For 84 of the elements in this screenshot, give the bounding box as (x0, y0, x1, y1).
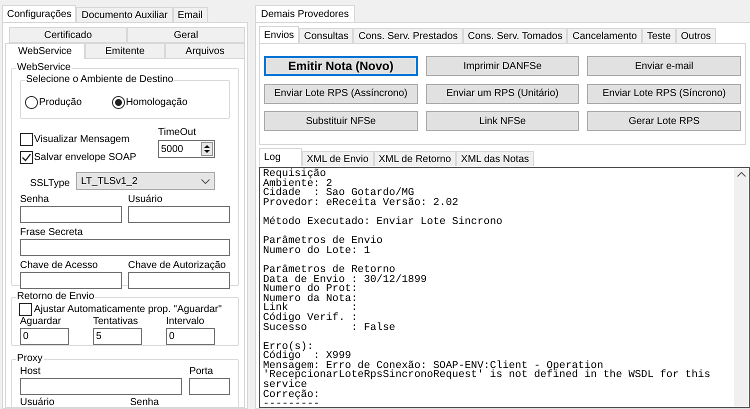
input-field[interactable] (128, 272, 230, 289)
log-line: Requisição (263, 170, 326, 180)
field-label: Chave de Acesso (20, 259, 99, 272)
tab[interactable]: XML de Envio (302, 151, 374, 166)
field-label: Frase Secreta (20, 226, 84, 239)
radio-label: Homologação (126, 96, 188, 110)
scroll-up-icon[interactable] (737, 172, 746, 177)
field-label: Usuário (128, 193, 164, 206)
log-line: Provedor: eReceita Versão: 2.02 (263, 198, 460, 208)
tab[interactable]: XML de Retorno (374, 151, 456, 166)
log-line: service (263, 381, 308, 391)
tab[interactable]: Demais Provedores (255, 5, 355, 22)
field-label: Host (20, 365, 42, 378)
radio-label: Produção (39, 96, 82, 110)
field-label: Intervalo (166, 316, 206, 328)
spin-arrows-icon[interactable] (201, 142, 213, 156)
checkbox-label: Ajustar Automaticamente prop. "Aguardar" (34, 304, 222, 316)
input-field[interactable]: 0 (20, 328, 69, 345)
log-line: Parâmetros de Envio (263, 237, 384, 247)
field-label: Usuário (20, 397, 56, 407)
checkbox[interactable] (20, 133, 33, 146)
log-line: Método Executado: Enviar Lote Sincrono (263, 218, 504, 228)
radio-button[interactable] (112, 96, 125, 109)
log-line: Código Verif. : (263, 314, 359, 324)
field-label: Senha (130, 397, 159, 407)
log-line: Sucesso : False (263, 324, 396, 334)
input-field[interactable] (128, 206, 230, 223)
log-line: Correção: (263, 390, 321, 400)
tab[interactable]: Email (172, 7, 208, 22)
action-button[interactable]: Substituir NFSe (264, 111, 418, 132)
checkbox-label: Visualizar Mensagem (34, 133, 130, 147)
checkbox-label: Salvar envelope SOAP (34, 151, 136, 165)
dropdown[interactable]: LT_TLSv1_2 (76, 172, 215, 190)
spin-field[interactable]: 5000 (158, 140, 215, 158)
radio-button[interactable] (25, 96, 38, 109)
tab[interactable]: Cons. Serv. Tomados (462, 28, 568, 43)
log-line: --------- (263, 400, 321, 407)
action-button[interactable]: Emitir Nota (Novo) (264, 56, 418, 76)
log-line: Código : X999 (263, 352, 352, 362)
sub-tab[interactable]: Emitente (85, 43, 165, 59)
tab[interactable]: Consultas (299, 28, 354, 43)
action-button[interactable]: Gerar Lote RPS (587, 111, 741, 132)
group-title: Proxy (16, 353, 44, 365)
sub-tab[interactable]: Arquivos (165, 43, 245, 59)
field-label: SSLType (29, 177, 71, 190)
field-label: TimeOut (158, 126, 197, 140)
log-line: Erro(s): (263, 342, 314, 352)
field-label: Aguardar (20, 316, 62, 328)
tab[interactable]: Teste (642, 28, 676, 43)
checkbox[interactable] (19, 303, 32, 316)
action-button[interactable]: Link NFSe (426, 111, 580, 132)
tab[interactable]: Documento Auxiliar (76, 7, 173, 22)
field-label: Chave de Autorização (128, 259, 227, 272)
tab[interactable]: Cancelamento (567, 28, 642, 43)
input-field[interactable] (20, 378, 182, 395)
tab[interactable]: Configurações (2, 5, 76, 22)
sub-tab[interactable]: WebService (5, 43, 85, 59)
caret-icon (201, 178, 210, 184)
action-button[interactable]: Enviar Lote RPS (Assíncrono) (264, 84, 418, 104)
log-line: Numero do Prot: (263, 285, 359, 295)
tab[interactable]: Envios (259, 26, 300, 43)
input-field[interactable]: 0 (166, 328, 215, 345)
input-field[interactable] (20, 272, 122, 289)
action-button[interactable]: Enviar um RPS (Unitário) (426, 84, 580, 104)
log-line: Numero do Lote: 1 (263, 246, 372, 256)
log-line: 'RecepcionarLoteRpsSincronoRequest' is not defined in the WSDL for this (263, 371, 712, 382)
tab[interactable]: Cons. Serv. Prestados (353, 28, 463, 43)
tab[interactable]: Outros (676, 28, 716, 43)
tab[interactable]: Log (259, 148, 302, 166)
field-label: Porta (189, 365, 214, 378)
input-field[interactable] (20, 239, 230, 256)
checkbox[interactable] (20, 151, 33, 164)
scroll-bar[interactable] (734, 168, 749, 407)
sub-tab[interactable]: Certificado (9, 27, 127, 43)
field-label: Senha (20, 193, 50, 206)
action-button[interactable]: Enviar e-mail (587, 56, 741, 76)
field-label: Tentativas (93, 316, 140, 328)
sub-tab[interactable]: Geral (127, 27, 245, 43)
action-button[interactable]: Imprimir DANFSe (426, 56, 580, 76)
input-field[interactable]: 5 (93, 328, 142, 345)
input-field[interactable] (189, 378, 230, 395)
tab[interactable]: XML das Notas (456, 151, 534, 166)
input-field[interactable] (20, 206, 122, 223)
action-button[interactable]: Enviar Lote RPS (Síncrono) (587, 84, 741, 104)
